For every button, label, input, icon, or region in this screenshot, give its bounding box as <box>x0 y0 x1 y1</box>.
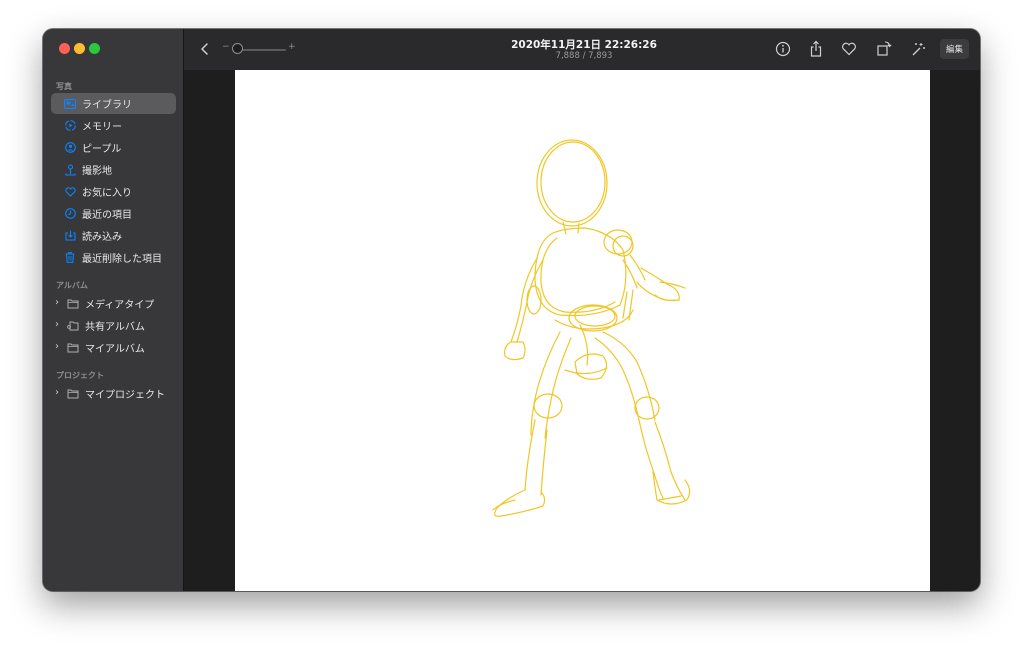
places-icon <box>64 163 76 176</box>
chevron-left-icon <box>201 43 208 55</box>
share-icon <box>810 40 822 57</box>
sidebar-item-recents[interactable]: 最近の項目 <box>51 203 176 224</box>
sidebar-item-label: ライブラリ <box>82 100 132 111</box>
sidebar-item-label: ピープル <box>82 144 122 155</box>
zoom-slider-track[interactable] <box>236 49 286 51</box>
auto-enhance-icon <box>912 43 925 56</box>
rotate-icon <box>877 41 892 56</box>
sidebar-album-shared[interactable]: › 共有アルバム <box>55 315 145 335</box>
sidebar-album-media-types[interactable]: › メディアタイプ <box>55 293 154 313</box>
photo-library-icon <box>64 98 76 110</box>
sidebar-album-label: 共有アルバム <box>85 321 145 333</box>
chevron-right-icon[interactable]: › <box>55 388 63 398</box>
shared-folder-icon <box>66 319 79 331</box>
projects-section-header: プロジェクト <box>56 371 104 380</box>
back-button[interactable] <box>198 40 212 58</box>
sidebar-item-favorites[interactable]: お気に入り <box>51 181 176 202</box>
rotate-button[interactable] <box>875 40 893 58</box>
close-window-button[interactable] <box>59 43 70 54</box>
fullscreen-window-button[interactable] <box>89 43 100 54</box>
sidebar-item-label: お気に入り <box>82 188 132 199</box>
sidebar-item-label: メモリー <box>82 122 122 133</box>
sidebar-album-my-albums[interactable]: › マイアルバム <box>55 337 145 357</box>
photo-index-counter: 7,888 / 7,893 <box>555 51 613 61</box>
photo-date-title: 2020年11月21日 22:26:26 <box>511 39 657 51</box>
photo-viewer <box>184 70 980 591</box>
trash-icon <box>64 252 76 264</box>
sidebar-item-label: 最近削除した項目 <box>82 254 162 265</box>
sidebar-item-imports[interactable]: 読み込み <box>51 225 176 246</box>
sketch-figure-image <box>492 139 691 517</box>
zoom-in-label: + <box>288 42 296 52</box>
clock-icon <box>64 208 76 220</box>
albums-section-header: アルバム <box>56 281 88 290</box>
memories-icon <box>64 120 76 132</box>
sidebar-project-label: マイプロジェクト <box>85 389 165 401</box>
folder-icon <box>66 387 79 399</box>
sidebar-album-label: メディアタイプ <box>85 299 155 311</box>
sidebar-item-label: 撮影地 <box>82 166 112 177</box>
sidebar-item-library[interactable]: ライブラリ <box>51 93 176 114</box>
zoom-slider-knob[interactable] <box>232 43 243 54</box>
zoom-out-label: − <box>222 42 230 52</box>
sidebar-item-label: 読み込み <box>82 232 122 243</box>
favorite-heart-icon <box>842 42 856 56</box>
info-button[interactable] <box>774 40 792 58</box>
share-button[interactable] <box>807 40 825 58</box>
minimize-window-button[interactable] <box>74 43 85 54</box>
toolbar: − + 2020年11月21日 22:26:26 7,888 / 7,893 編… <box>184 29 980 70</box>
info-icon <box>775 41 791 57</box>
sidebar-item-label: 最近の項目 <box>82 210 132 221</box>
photo-canvas[interactable] <box>235 70 930 591</box>
sidebar-item-people[interactable]: ピープル <box>51 137 176 158</box>
folder-icon <box>66 297 79 309</box>
heart-icon <box>64 186 76 198</box>
favorite-button[interactable] <box>840 40 858 58</box>
edit-button[interactable]: 編集 <box>940 39 969 59</box>
auto-enhance-button[interactable] <box>909 40 927 58</box>
sidebar-item-recently-deleted[interactable]: 最近削除した項目 <box>51 247 176 268</box>
sidebar-project-my-projects[interactable]: › マイプロジェクト <box>55 383 165 403</box>
photos-window: 写真 ライブラリ メモリー ピープル 撮影地 お気に入り 最近の項目 読み込み … <box>43 29 980 591</box>
chevron-right-icon[interactable]: › <box>55 298 63 308</box>
chevron-right-icon[interactable]: › <box>55 342 63 352</box>
photos-section-header: 写真 <box>56 82 72 91</box>
folder-icon <box>66 341 79 353</box>
sidebar: 写真 ライブラリ メモリー ピープル 撮影地 お気に入り 最近の項目 読み込み … <box>43 29 184 591</box>
people-icon <box>64 142 76 154</box>
sidebar-item-memories[interactable]: メモリー <box>51 115 176 136</box>
chevron-right-icon[interactable]: › <box>55 320 63 330</box>
import-icon <box>64 230 76 242</box>
sidebar-item-places[interactable]: 撮影地 <box>51 159 176 180</box>
sidebar-album-label: マイアルバム <box>85 343 145 355</box>
